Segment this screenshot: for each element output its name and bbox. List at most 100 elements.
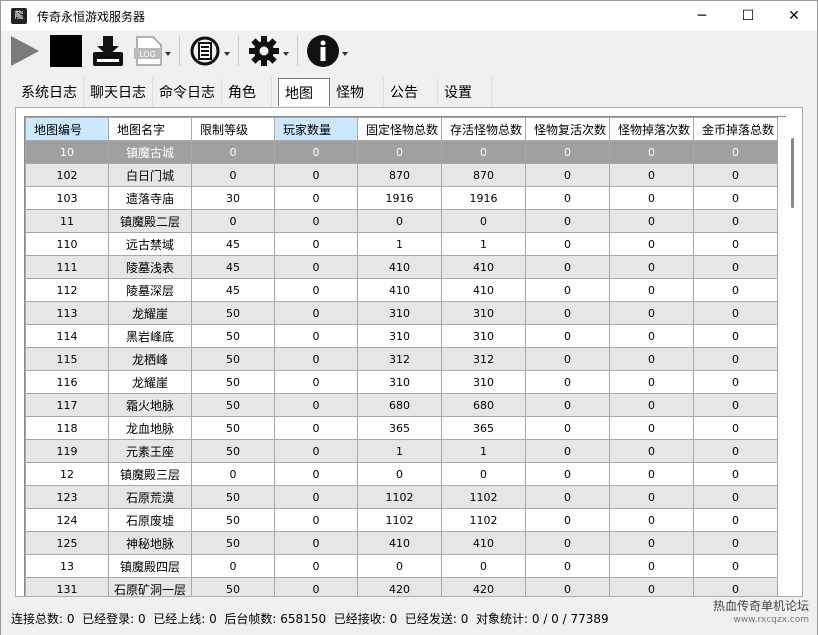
table-cell[interactable]: 312: [441, 347, 526, 371]
map-grid[interactable]: 地图编号 地图名字 限制等级 玩家数量 固定怪物总数 存活怪物总数 怪物复活次数…: [24, 116, 792, 596]
table-cell[interactable]: 111: [25, 255, 109, 279]
table-cell[interactable]: 1: [441, 232, 526, 256]
table-cell[interactable]: 石原矿洞一层: [108, 577, 192, 596]
table-cell[interactable]: 0: [525, 232, 610, 256]
column-header[interactable]: 怪物掉落次数: [609, 117, 694, 141]
table-row[interactable]: 102 白日门城 0 0 870 870 0 0 0: [25, 163, 778, 187]
table-cell[interactable]: 0: [441, 209, 526, 233]
table-cell[interactable]: 0: [274, 462, 358, 486]
table-cell[interactable]: 0: [693, 577, 778, 596]
table-cell[interactable]: 0: [693, 347, 778, 371]
table-cell[interactable]: 0: [525, 485, 610, 509]
table-cell[interactable]: 112: [25, 278, 109, 302]
table-cell[interactable]: 0: [525, 324, 610, 348]
table-cell[interactable]: 410: [357, 255, 442, 279]
table-cell[interactable]: 1102: [441, 508, 526, 532]
table-cell[interactable]: 680: [357, 393, 442, 417]
table-cell[interactable]: 0: [693, 186, 778, 210]
table-row[interactable]: 112 陵墓深层 45 0 410 410 0 0 0: [25, 278, 778, 302]
table-cell[interactable]: 0: [609, 416, 694, 440]
table-cell[interactable]: 0: [693, 416, 778, 440]
table-cell[interactable]: 0: [274, 439, 358, 463]
table-cell[interactable]: 0: [693, 209, 778, 233]
table-cell[interactable]: 117: [25, 393, 109, 417]
table-cell[interactable]: 0: [525, 554, 610, 578]
table-cell[interactable]: 0: [274, 416, 358, 440]
table-cell[interactable]: 0: [274, 347, 358, 371]
table-cell[interactable]: 870: [441, 163, 526, 187]
table-cell[interactable]: 0: [274, 209, 358, 233]
table-cell[interactable]: 0: [441, 554, 526, 578]
table-cell[interactable]: 110: [25, 232, 109, 256]
tab-chat-log[interactable]: 聊天日志: [84, 77, 153, 107]
table-cell[interactable]: 0: [693, 393, 778, 417]
table-cell[interactable]: 镇魔殿四层: [108, 554, 192, 578]
table-cell[interactable]: 0: [357, 140, 442, 164]
table-cell[interactable]: 50: [191, 324, 275, 348]
table-cell[interactable]: 118: [25, 416, 109, 440]
column-header[interactable]: 限制等级: [191, 117, 275, 141]
table-cell[interactable]: 0: [609, 347, 694, 371]
table-cell[interactable]: 0: [525, 347, 610, 371]
table-cell[interactable]: 1916: [357, 186, 442, 210]
table-row[interactable]: 111 陵墓浅表 45 0 410 410 0 0 0: [25, 255, 778, 279]
table-cell[interactable]: 0: [609, 255, 694, 279]
table-cell[interactable]: 114: [25, 324, 109, 348]
table-cell[interactable]: 0: [525, 186, 610, 210]
table-cell[interactable]: 0: [274, 232, 358, 256]
table-cell[interactable]: 0: [609, 186, 694, 210]
table-cell[interactable]: 410: [357, 278, 442, 302]
table-cell[interactable]: 遗落寺庙: [108, 186, 192, 210]
column-header[interactable]: 金币掉落总数: [693, 117, 778, 141]
table-cell[interactable]: 龙栖峰: [108, 347, 192, 371]
table-cell[interactable]: 0: [191, 140, 275, 164]
table-cell[interactable]: 0: [525, 393, 610, 417]
table-cell[interactable]: 0: [274, 577, 358, 596]
table-cell[interactable]: 0: [693, 531, 778, 555]
table-cell[interactable]: 50: [191, 301, 275, 325]
table-row[interactable]: 13 镇魔殿四层 0 0 0 0 0 0 0: [25, 554, 778, 578]
tab-settings[interactable]: 设置: [438, 77, 492, 107]
table-cell[interactable]: 0: [274, 531, 358, 555]
table-cell[interactable]: 11: [25, 209, 109, 233]
table-cell[interactable]: 1102: [357, 485, 442, 509]
table-cell[interactable]: 0: [274, 324, 358, 348]
table-cell[interactable]: 0: [693, 508, 778, 532]
table-cell[interactable]: 113: [25, 301, 109, 325]
table-cell[interactable]: 0: [441, 140, 526, 164]
table-row[interactable]: 131 石原矿洞一层 50 0 420 420 0 0 0: [25, 577, 778, 596]
table-cell[interactable]: 0: [609, 485, 694, 509]
table-cell[interactable]: 1: [357, 439, 442, 463]
table-cell[interactable]: 131: [25, 577, 109, 596]
table-cell[interactable]: 0: [274, 186, 358, 210]
table-cell[interactable]: 0: [609, 577, 694, 596]
table-cell[interactable]: 365: [357, 416, 442, 440]
log-button[interactable]: LOG: [133, 33, 171, 69]
table-cell[interactable]: 0: [525, 370, 610, 394]
table-cell[interactable]: 410: [441, 255, 526, 279]
table-cell[interactable]: 1: [357, 232, 442, 256]
tab-monsters[interactable]: 怪物: [330, 77, 384, 107]
maximize-button[interactable]: ☐: [725, 1, 771, 31]
table-cell[interactable]: 103: [25, 186, 109, 210]
table-cell[interactable]: 1102: [357, 508, 442, 532]
column-header[interactable]: 地图编号: [25, 117, 109, 141]
table-cell[interactable]: 0: [693, 255, 778, 279]
table-cell[interactable]: 黑岩峰底: [108, 324, 192, 348]
table-cell[interactable]: 0: [609, 278, 694, 302]
minimize-button[interactable]: ─: [679, 1, 725, 31]
table-row[interactable]: 103 遗落寺庙 30 0 1916 1916 0 0 0: [25, 186, 778, 210]
table-row[interactable]: 11 镇魔殿二层 0 0 0 0 0 0 0: [25, 209, 778, 233]
table-cell[interactable]: 龙血地脉: [108, 416, 192, 440]
table-row[interactable]: 119 元素王座 50 0 1 1 0 0 0: [25, 439, 778, 463]
table-cell[interactable]: 0: [609, 393, 694, 417]
table-cell[interactable]: 50: [191, 370, 275, 394]
table-row[interactable]: 114 黑岩峰底 50 0 310 310 0 0 0: [25, 324, 778, 348]
table-cell[interactable]: 0: [525, 416, 610, 440]
table-cell[interactable]: 1102: [441, 485, 526, 509]
table-cell[interactable]: 123: [25, 485, 109, 509]
table-cell[interactable]: 310: [441, 370, 526, 394]
stop-button[interactable]: [49, 33, 83, 69]
table-cell[interactable]: 0: [693, 370, 778, 394]
table-cell[interactable]: 310: [357, 324, 442, 348]
